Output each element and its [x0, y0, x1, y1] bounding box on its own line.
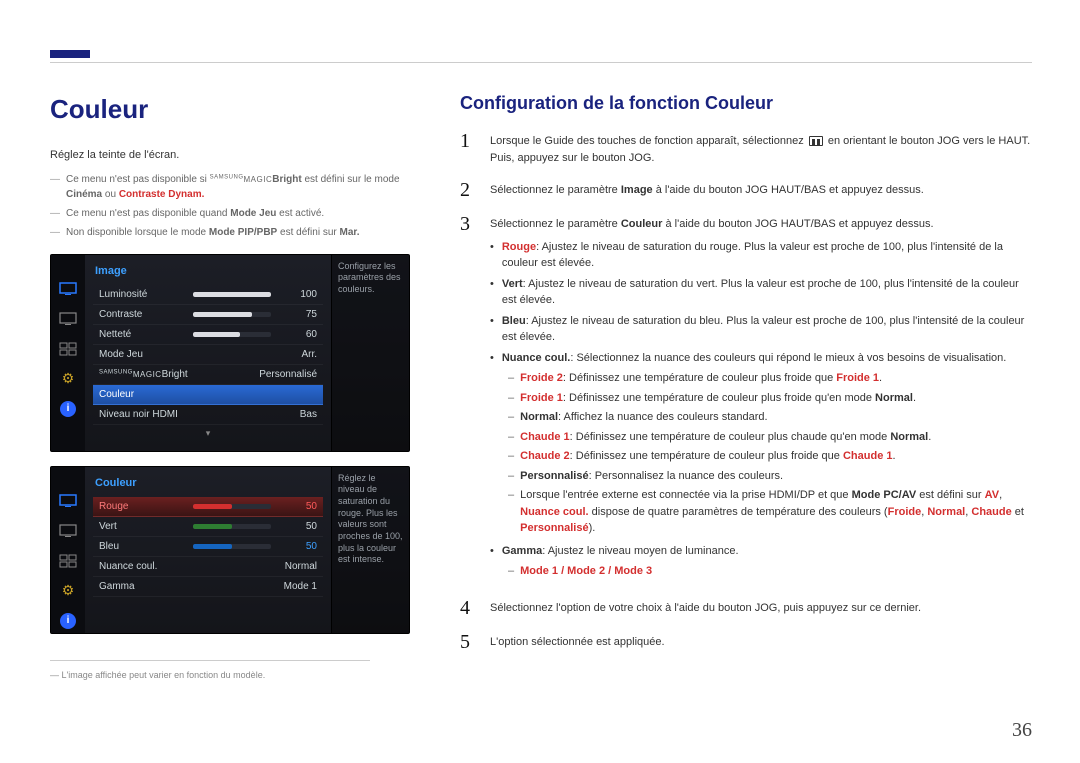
sub-froide1: Froide 1: Définissez une température de … [508, 390, 1032, 407]
config-title: Configuration de la fonction Couleur [460, 90, 1032, 117]
osd-row-nuance: Nuance coul. Normal [93, 557, 323, 577]
info-icon: i [60, 401, 76, 417]
monitor-icon [58, 493, 78, 509]
gear-icon: ⚙ [58, 371, 78, 387]
step-2: Sélectionnez le paramètre Image à l'aide… [460, 180, 1032, 200]
gear-icon: ⚙ [58, 583, 78, 599]
osd-help-text: Configurez les paramètres des couleurs. [331, 255, 409, 451]
osd-header: Couleur [95, 475, 323, 492]
grid-icon [58, 553, 78, 569]
osd-panel-image: ⚙ i Image Luminosité 100 Contraste 75 [50, 254, 410, 452]
step-3: Sélectionnez le paramètre Couleur à l'ai… [460, 214, 1032, 584]
sub-froide2: Froide 2: Définissez une température de … [508, 370, 1032, 387]
right-column: Configuration de la fonction Couleur Lor… [460, 90, 1032, 723]
sub-gamma-modes: Mode 1 / Mode 2 / Mode 3 [508, 563, 1032, 580]
monitor-icon [58, 281, 78, 297]
down-arrow-icon: ▾ [93, 427, 323, 441]
note-line-3: Non disponible lorsque le mode Mode PIP/… [50, 225, 420, 240]
sub-personnalise: Personnalisé: Personnalisez la nuance de… [508, 468, 1032, 485]
header-rule [50, 62, 1032, 63]
note-line-2: Ce menu n'est pas disponible quand Mode … [50, 206, 420, 221]
osd-row-bleu: Bleu 50 [93, 537, 323, 557]
osd-help-text: Réglez le niveau de saturation du rouge.… [331, 467, 409, 634]
sub-normal: Normal: Affichez la nuance des couleurs … [508, 409, 1032, 426]
sub-chaude1: Chaude 1: Définissez une température de … [508, 429, 1032, 446]
osd-row-magicbright: SAMSUNGMAGICBright Personnalisé [93, 365, 323, 385]
bullet-nuance: Nuance coul.: Sélectionnez la nuance des… [490, 350, 1032, 367]
step-4: Sélectionnez l'option de votre choix à l… [460, 598, 1032, 618]
sub-external-note: Lorsque l'entrée externe est connectée v… [508, 487, 1032, 537]
page-number: 36 [1012, 715, 1032, 745]
section-title: Couleur [50, 90, 420, 129]
monitor-outline-icon [58, 311, 78, 327]
osd-menu-icon [809, 136, 823, 146]
osd-row-hdmi: Niveau noir HDMI Bas [93, 405, 323, 425]
section-description: Réglez la teinte de l'écran. [50, 147, 420, 164]
osd-row-nettete: Netteté 60 [93, 325, 323, 345]
step-1: Lorsque le Guide des touches de fonction… [460, 131, 1032, 166]
osd-row-contraste: Contraste 75 [93, 305, 323, 325]
osd-sidebar: ⚙ i [51, 467, 85, 634]
bullet-gamma: Gamma: Ajustez le niveau moyen de lumina… [490, 543, 1032, 560]
info-icon: i [60, 613, 76, 629]
osd-row-rouge-selected: Rouge 50 [93, 497, 323, 517]
osd-header: Image [95, 263, 323, 280]
osd-row-luminosite: Luminosité 100 [93, 285, 323, 305]
osd-row-vert: Vert 50 [93, 517, 323, 537]
bullet-vert: Vert: Ajustez le niveau de saturation du… [490, 276, 1032, 309]
steps-list: Lorsque le Guide des touches de fonction… [460, 131, 1032, 652]
sub-chaude2: Chaude 2: Définissez une température de … [508, 448, 1032, 465]
grid-icon [58, 341, 78, 357]
left-column: Couleur Réglez la teinte de l'écran. Ce … [50, 90, 420, 723]
step-5: L'option sélectionnée est appliquée. [460, 632, 1032, 652]
header-accent [50, 50, 90, 58]
bullet-bleu: Bleu: Ajustez le niveau de saturation du… [490, 313, 1032, 346]
osd-row-couleur-selected: Couleur [93, 385, 323, 405]
osd-sidebar: ⚙ i [51, 255, 85, 451]
osd-row-modejeu: Mode Jeu Arr. [93, 345, 323, 365]
osd-row-gamma: Gamma Mode 1 [93, 577, 323, 597]
monitor-outline-icon [58, 523, 78, 539]
osd-panel-couleur: ⚙ i Couleur Rouge 50 Vert 50 [50, 466, 410, 635]
note-line-1: Ce menu n'est pas disponible si SAMSUNGM… [50, 172, 420, 202]
footnote-rule [50, 660, 370, 661]
footnote: ― L'image affichée peut varier en foncti… [50, 669, 420, 683]
bullet-rouge: Rouge: Ajustez le niveau de saturation d… [490, 239, 1032, 272]
